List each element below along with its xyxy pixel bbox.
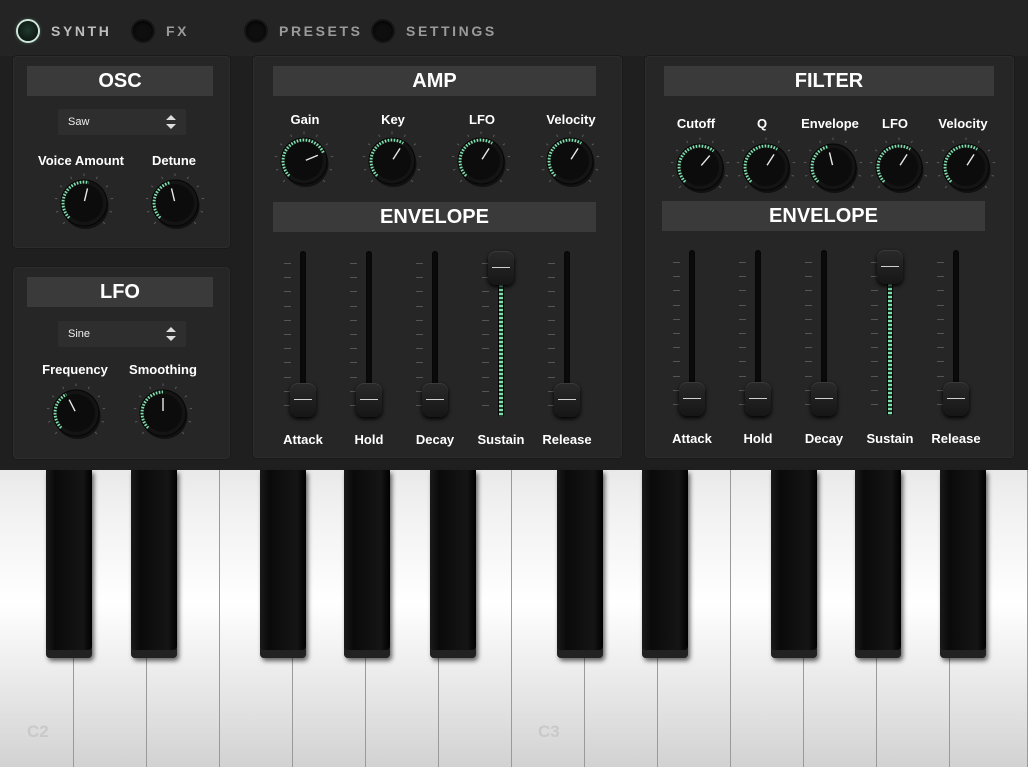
lfo-smoothing-knob[interactable] [133,383,193,447]
filter-hold-slider[interactable] [738,250,778,416]
slider-thumb[interactable] [290,383,316,417]
amp-hold-slider[interactable] [349,251,389,417]
slider-scale-ticks [416,263,424,406]
osc-detune-knob[interactable] [145,173,205,237]
slider-level-fill [499,281,503,417]
amp-release-label: Release [542,432,592,447]
tab-synth-label: SYNTH [51,23,112,39]
osc-voice-amount-knob[interactable] [54,173,114,237]
slider-scale-ticks [805,262,813,405]
filter-release-slider[interactable] [936,250,976,416]
amp-panel: AMP Gain Key LFO Velocity ENVELOPE Attac… [253,56,622,458]
amp-attack-slider[interactable] [283,251,323,417]
slider-scale-ticks [548,263,556,406]
osc-waveform-value: Saw [68,116,90,128]
lfo-waveform-value: Sine [68,328,91,340]
tab-settings[interactable]: SETTINGS [373,17,497,45]
slider-thumb[interactable] [422,383,448,417]
piano-keyboard: C2 C3 [0,470,1028,767]
amp-attack-label: Attack [283,432,323,447]
lfo-smoothing-label: Smoothing [129,362,197,377]
filter-decay-slider[interactable] [804,250,844,416]
amp-sustain-label: Sustain [477,432,525,447]
tab-presets-indicator-icon [246,21,266,41]
slider-thumb[interactable] [877,250,903,284]
black-key-c#3[interactable] [557,470,603,658]
black-key-g#2[interactable] [344,470,390,658]
amp-decay-label: Decay [415,432,455,447]
tab-presets-label: PRESETS [279,23,363,39]
osc-waveform-select[interactable]: Saw [58,109,186,135]
filter-hold-label: Hold [743,431,773,446]
tab-synth[interactable]: SYNTH [18,17,111,45]
slider-thumb[interactable] [745,382,771,416]
slider-thumb[interactable] [943,382,969,416]
tab-fx-label: FX [166,23,190,39]
black-key-g#3[interactable] [855,470,901,658]
filter-release-label: Release [931,431,981,446]
slider-scale-ticks [739,262,747,405]
filter-panel: FILTER Cutoff Q Envelope LFO Velocity EN… [645,56,1014,458]
slider-thumb[interactable] [679,382,705,416]
osc-panel: OSC Saw Voice Amount Detune [13,56,230,248]
filter-attack-slider[interactable] [672,250,712,416]
slider-scale-ticks [871,262,879,405]
select-arrows-icon [166,327,176,341]
slider-scale-ticks [673,262,681,405]
slider-thumb[interactable] [488,251,514,285]
amp-decay-slider[interactable] [415,251,455,417]
lfo-title: LFO [27,277,213,307]
slider-thumb[interactable] [554,383,580,417]
black-key-d#2[interactable] [131,470,177,658]
black-key-d#3[interactable] [642,470,688,658]
top-nav: SYNTH FX PRESETS SETTINGS [0,0,1028,56]
black-key-a#3[interactable] [940,470,986,658]
osc-voice-amount-label: Voice Amount [38,153,124,168]
slider-thumb[interactable] [811,382,837,416]
amp-sustain-slider[interactable] [481,251,521,417]
amp-release-slider[interactable] [547,251,587,417]
filter-decay-label: Decay [804,431,844,446]
slider-scale-ticks [482,263,490,406]
tab-synth-indicator-icon [18,21,38,41]
filter-sustain-label: Sustain [866,431,914,446]
slider-scale-ticks [937,262,945,405]
black-key-a#2[interactable] [430,470,476,658]
note-label-c2: C2 [27,722,49,741]
note-label-c3: C3 [538,722,560,741]
black-key-c#2[interactable] [46,470,92,658]
lfo-waveform-select[interactable]: Sine [58,321,186,347]
slider-scale-ticks [350,263,358,406]
black-key-f#3[interactable] [771,470,817,658]
slider-thumb[interactable] [356,383,382,417]
lfo-frequency-label: Frequency [42,362,108,377]
black-key-f#2[interactable] [260,470,306,658]
slider-scale-ticks [284,263,292,406]
osc-detune-label: Detune [151,153,197,168]
tab-fx-indicator-icon [133,21,153,41]
osc-title: OSC [27,66,213,96]
filter-envelope-sliders: Attack Hold Decay Sustain Release [645,55,1014,457]
select-arrows-icon [166,115,176,129]
tab-presets[interactable]: PRESETS [246,17,363,45]
filter-attack-label: Attack [672,431,712,446]
lfo-frequency-knob[interactable] [46,383,106,447]
tab-settings-label: SETTINGS [406,23,497,39]
amp-hold-label: Hold [354,432,384,447]
tab-settings-indicator-icon [373,21,393,41]
lfo-panel: LFO Sine Frequency Smoothing [13,267,230,459]
amp-envelope-sliders: Attack Hold Decay Sustain Release [253,56,622,458]
tab-fx[interactable]: FX [133,17,189,45]
filter-sustain-slider[interactable] [870,250,910,416]
slider-level-fill [888,280,892,416]
